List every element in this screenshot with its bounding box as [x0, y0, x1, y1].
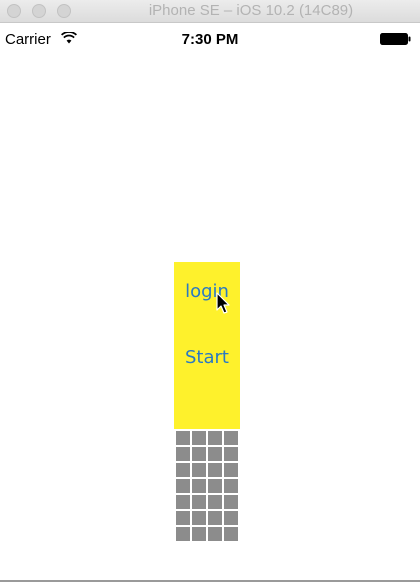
window-minimize-button[interactable] — [32, 4, 46, 18]
status-bar: Carrier 7:30 PM — [0, 23, 420, 55]
window-close-button[interactable] — [7, 4, 21, 18]
grid-tile[interactable] — [208, 447, 222, 461]
grid-tile[interactable] — [208, 527, 222, 541]
grid-tile[interactable] — [192, 431, 206, 445]
grid-tile[interactable] — [224, 511, 238, 525]
grid-tile[interactable] — [176, 495, 190, 509]
status-time: 7:30 PM — [181, 31, 239, 48]
grid-tile[interactable] — [224, 431, 238, 445]
grid-tile[interactable] — [192, 447, 206, 461]
grid-tile[interactable] — [208, 495, 222, 509]
grid-tile[interactable] — [176, 511, 190, 525]
grid-tile[interactable] — [192, 527, 206, 541]
grid-tile[interactable] — [192, 463, 206, 477]
yellow-panel: login Start — [174, 262, 240, 429]
grid-tile[interactable] — [208, 431, 222, 445]
mouse-pointer-icon — [216, 292, 230, 314]
grid-tile[interactable] — [224, 479, 238, 493]
simulator-window: iPhone SE – iOS 10.2 (14C89) Carrier 7:3… — [0, 0, 420, 582]
grid-tile[interactable] — [192, 511, 206, 525]
grid-tile[interactable] — [176, 463, 190, 477]
grid-tile[interactable] — [224, 447, 238, 461]
grid-tile[interactable] — [176, 527, 190, 541]
window-zoom-button[interactable] — [57, 4, 71, 18]
tile-grid — [176, 431, 238, 541]
grid-tile[interactable] — [192, 495, 206, 509]
simulator-title-bar: iPhone SE – iOS 10.2 (14C89) — [0, 0, 420, 23]
grid-tile[interactable] — [224, 527, 238, 541]
grid-tile[interactable] — [208, 479, 222, 493]
window-title: iPhone SE – iOS 10.2 (14C89) — [148, 2, 354, 19]
grid-tile[interactable] — [176, 447, 190, 461]
grid-tile[interactable] — [224, 495, 238, 509]
grid-tile[interactable] — [176, 431, 190, 445]
start-button[interactable]: Start — [174, 347, 240, 369]
grid-tile[interactable] — [208, 511, 222, 525]
battery-icon — [380, 33, 411, 45]
grid-tile[interactable] — [176, 479, 190, 493]
grid-tile[interactable] — [224, 463, 238, 477]
grid-tile[interactable] — [192, 479, 206, 493]
grid-tile[interactable] — [208, 463, 222, 477]
